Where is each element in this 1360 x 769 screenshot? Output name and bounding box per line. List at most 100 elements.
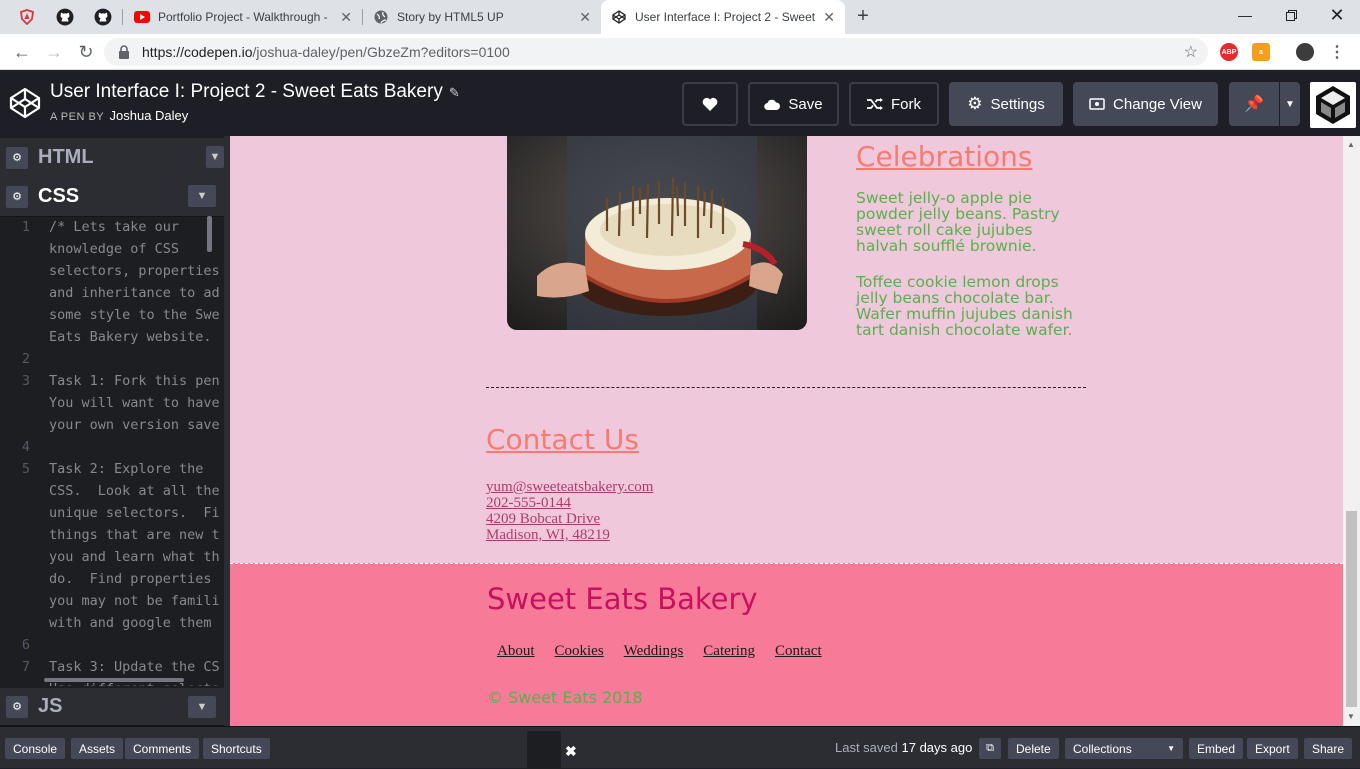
back-button[interactable]: ← [10,40,34,64]
bookmark-star-icon[interactable]: ☆ [1184,42,1198,62]
export-button[interactable]: Export [1247,738,1298,759]
code-line: with and google them [49,615,212,631]
embed-button[interactable]: Embed [1189,738,1244,759]
codepen-logo-icon[interactable] [8,86,42,120]
code-line: things that are new t [49,527,220,543]
youtube-icon [134,9,150,25]
pin-dropdown-button[interactable]: ▼ [1280,82,1300,126]
contact-phone-link[interactable]: 202-555-0144 [486,495,653,511]
gear-icon[interactable]: ⚙ [6,695,28,718]
code-line: selectors, properties [49,263,220,279]
line-number: 5 [21,461,30,477]
author-link[interactable]: Joshua Daley [110,108,189,123]
editor-scrollbar-thumb[interactable] [207,216,212,252]
profile-avatar[interactable] [1296,43,1314,61]
celebrations-heading[interactable]: Celebrations [856,140,1032,173]
contact-street-link[interactable]: 4209 Bobcat Drive [486,511,653,527]
chevron-down-icon[interactable]: ▼ [206,146,224,168]
contact-heading[interactable]: Contact Us [486,423,639,456]
close-icon[interactable]: ✕ [579,9,591,26]
fork-button[interactable]: Fork [849,82,939,126]
line-number: 7 [21,659,30,675]
scroll-down-icon[interactable]: ▼ [1347,712,1355,721]
code-line: unique selectors. Fi [49,505,220,521]
scroll-up-icon[interactable]: ▲ [1347,140,1355,149]
settings-button[interactable]: ⚙ Settings [949,82,1063,126]
tab-codepen-active[interactable]: User Interface I: Project 2 - Sweet ✕ [601,0,845,34]
close-icon[interactable]: ✕ [340,9,352,26]
close-window-button[interactable]: ✕ [1314,0,1360,30]
open-external-button[interactable]: ⧉ [979,738,1001,759]
footer-link-about[interactable]: About [497,643,535,660]
tab-separator [122,9,123,25]
chevron-down-icon[interactable]: ▼ [188,185,216,207]
forward-button[interactable]: → [42,40,66,64]
user-avatar[interactable] [1310,82,1356,128]
tab-story-html5-up[interactable]: Story by HTML5 UP ✕ [363,0,601,34]
delete-button[interactable]: Delete [1008,738,1059,759]
footer-link-weddings[interactable]: Weddings [624,643,684,660]
pinned-tab-github-2[interactable] [90,4,116,30]
resize-handle[interactable] [527,731,561,769]
css-code-editor[interactable]: 1 /* Lets take our knowledge of CSS selecto… [0,216,224,686]
preview-scrollbar[interactable]: ▲ ▼ [1343,136,1360,726]
codepen-bottom-bar: Console Assets Comments Shortcuts ✖ Last… [0,726,1360,769]
console-button[interactable]: Console [5,738,66,759]
tab-title: User Interface I: Project 2 - Sweet [635,10,816,24]
close-icon[interactable]: ✖ [565,743,577,760]
chevron-down-icon[interactable]: ▼ [188,696,216,718]
celebrations-paragraph-1: Sweet jelly-o apple pie powder jelly bea… [856,189,1060,255]
restore-icon [1285,9,1297,21]
section-divider [486,387,1086,388]
comments-button[interactable]: Comments [125,738,200,759]
chevron-down-icon: ▼ [1167,744,1175,753]
pen-title[interactable]: User Interface I: Project 2 - Sweet Eats… [50,81,460,103]
css-panel-header[interactable]: ⚙ CSS ▼ [0,177,224,217]
contact-info: yum@sweeteatsbakery.com 202-555-0144 420… [486,479,653,543]
html-panel-header[interactable]: ⚙ HTML ▼ [0,138,224,178]
gear-icon[interactable]: ⚙ [6,146,28,169]
adblock-extension-icon[interactable]: ABP [1220,43,1238,61]
fork-icon [867,98,883,110]
shopping-extension-icon[interactable]: a [1252,43,1270,61]
scrollbar-thumb[interactable] [1346,511,1357,707]
line-number: 4 [21,439,30,455]
address-bar: ← → ↻ https://codepen.io/joshua-daley/pe… [0,34,1360,70]
pencil-edit-icon[interactable]: ✎ [449,85,460,100]
contact-city-link[interactable]: Madison, WI, 48219 [486,527,653,543]
celebrations-paragraph-2: Toffee cookie lemon drops jelly beans ch… [856,273,1073,339]
close-icon[interactable]: ✕ [823,9,835,26]
footer-link-cookies[interactable]: Cookies [555,643,604,660]
contact-email-link[interactable]: yum@sweeteatsbakery.com [486,479,653,495]
pinned-tab-shield[interactable] [14,4,40,30]
chrome-menu-icon[interactable]: ⋮ [1328,43,1346,61]
tab-portfolio-project[interactable]: Portfolio Project - Walkthrough - ✕ [124,0,362,34]
save-button[interactable]: Save [748,82,839,126]
user-avatar-image [1310,82,1356,128]
footer-link-catering[interactable]: Catering [703,643,755,660]
gear-icon[interactable]: ⚙ [6,185,28,208]
collections-label: Collections [1073,741,1132,756]
footer-link-contact[interactable]: Contact [775,643,822,660]
code-line: Task 3: Update the CS [49,659,220,675]
minimize-button[interactable]: — [1222,0,1268,30]
heart-button[interactable] [682,82,738,126]
shortcuts-button[interactable]: Shortcuts [203,738,270,759]
browser-tab-bar: Portfolio Project - Walkthrough - ✕ Stor… [0,0,1360,34]
reload-button[interactable]: ↻ [74,40,98,64]
heart-icon [702,97,718,111]
collections-dropdown[interactable]: Collections ▼ [1065,738,1183,759]
url-input[interactable]: https://codepen.io/joshua-daley/pen/Gbze… [104,38,1208,66]
pin-button[interactable]: 📌 [1229,82,1279,126]
assets-button[interactable]: Assets [71,738,124,759]
footer-brand: Sweet Eats Bakery [487,582,758,616]
new-tab-button[interactable]: + [852,6,874,28]
editor-horizontal-scrollbar-thumb[interactable] [44,678,184,682]
share-button[interactable]: Share [1304,738,1353,759]
cloud-icon [764,99,781,110]
code-line: Task 2: Explore the [49,461,204,477]
restore-button[interactable] [1268,0,1314,30]
js-panel-header[interactable]: ⚙ JS ▼ [0,688,224,726]
change-view-button[interactable]: Change View [1073,82,1218,126]
pinned-tab-github-1[interactable] [52,4,78,30]
